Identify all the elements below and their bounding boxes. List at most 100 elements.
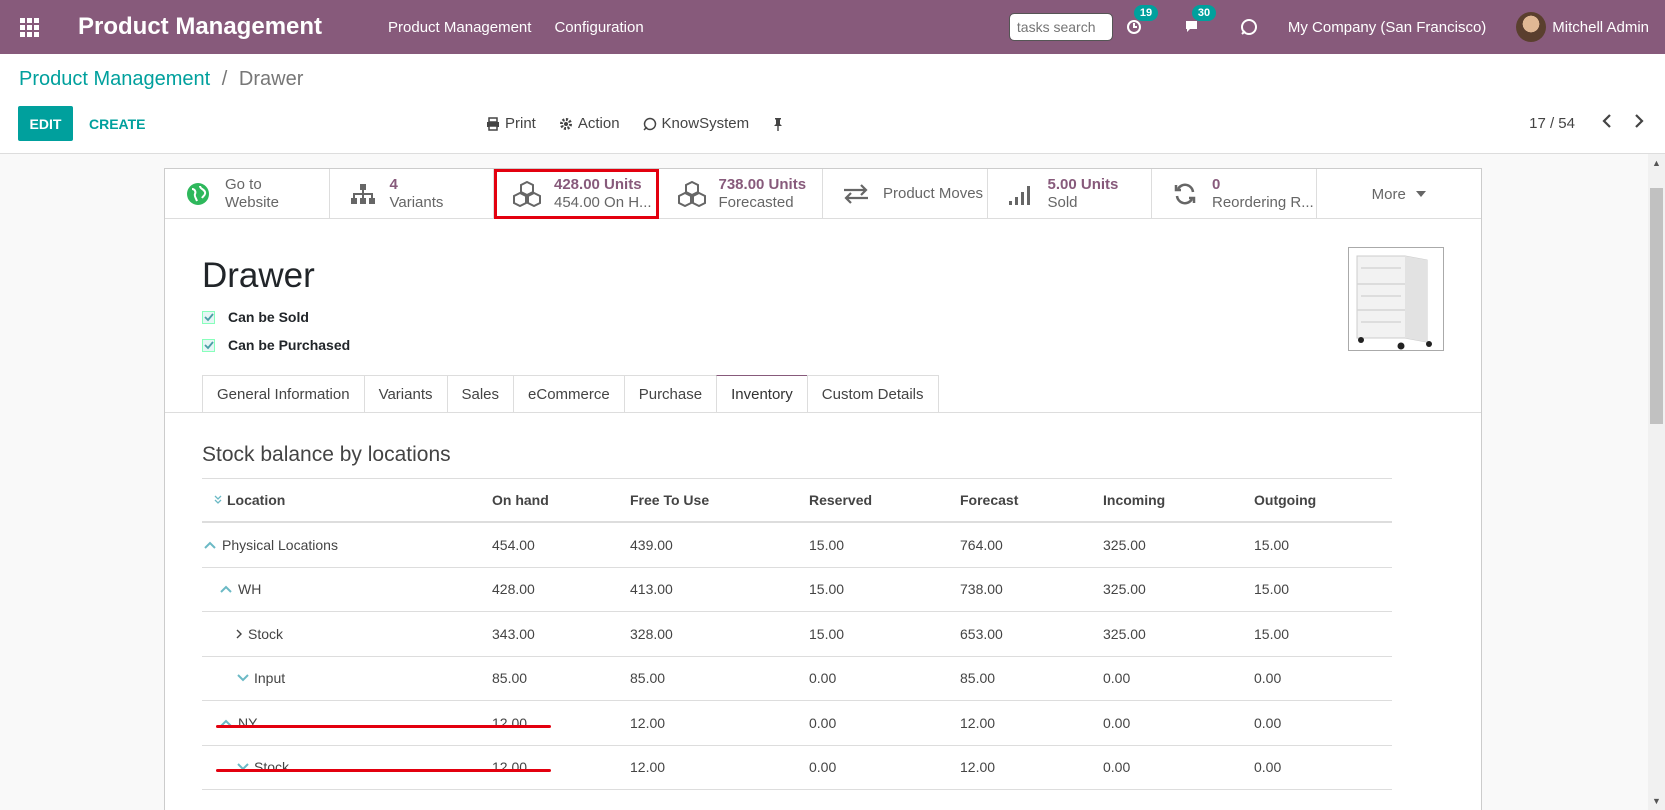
highlight-underline xyxy=(216,725,551,728)
forecast-value: 764.00 xyxy=(960,536,1003,553)
table-row[interactable]: Stock 12.00 12.00 0.00 12.00 0.00 0.00 xyxy=(202,746,1392,790)
app-title[interactable]: Product Management xyxy=(78,13,322,41)
more-label: More xyxy=(1371,185,1406,203)
stat-label-variants: Variants xyxy=(389,194,444,211)
globe-icon xyxy=(187,183,209,205)
more-button[interactable]: More xyxy=(1317,169,1482,219)
forecast-value: 738.00 xyxy=(960,581,1003,598)
avatar[interactable] xyxy=(1516,12,1547,42)
menu-configuration[interactable]: Configuration xyxy=(554,19,643,36)
chevron-up-icon xyxy=(204,541,216,549)
page-scrollbar[interactable]: ▲ ▼ xyxy=(1648,154,1665,810)
scroll-down-arrow-icon[interactable]: ▼ xyxy=(1652,796,1661,806)
outgoing-value: 0.00 xyxy=(1254,714,1282,731)
stat-label-on-hand: 454.00 On H... xyxy=(554,194,652,211)
column-on-hand: On hand xyxy=(492,492,549,508)
outgoing-value: 0.00 xyxy=(1254,670,1282,687)
incoming-value: 325.00 xyxy=(1103,625,1146,642)
location-name: Stock xyxy=(254,759,290,776)
knowsystem-nav-button[interactable] xyxy=(1240,18,1258,36)
menu-product-management[interactable]: Product Management xyxy=(388,19,531,36)
activity-count-badge: 19 xyxy=(1133,5,1159,21)
action-button[interactable]: Action xyxy=(559,115,620,132)
on-hand-value: 12.00 xyxy=(492,759,528,776)
print-button[interactable]: Print xyxy=(486,115,536,132)
tasks-search-input[interactable] xyxy=(1008,13,1113,41)
knowsystem-label: KnowSystem xyxy=(661,115,750,132)
on-hand-button[interactable]: 428.00 Units 454.00 On H... xyxy=(494,169,659,219)
incoming-value: 325.00 xyxy=(1103,536,1146,553)
gear-icon xyxy=(559,117,572,130)
messages-button[interactable]: 30 xyxy=(1184,5,1217,35)
print-icon xyxy=(487,116,499,131)
tab-purchase[interactable]: Purchase xyxy=(623,375,717,413)
signal-icon xyxy=(1008,186,1030,205)
tab-inventory[interactable]: Inventory xyxy=(716,375,807,413)
apps-grid-icon xyxy=(19,17,39,37)
action-label: Action xyxy=(577,115,620,132)
stat-value-sold: 5.00 Units xyxy=(1047,176,1119,193)
column-location[interactable]: Location xyxy=(202,479,285,521)
cubes-icon xyxy=(513,181,541,207)
create-button[interactable]: CREATE xyxy=(89,116,146,132)
forecast-value: 12.00 xyxy=(960,759,996,776)
can-be-sold-label: Can be Sold xyxy=(228,309,309,325)
table-row[interactable]: Stock 343.00 328.00 15.00 653.00 325.00 … xyxy=(202,612,1392,657)
tab-custom-details[interactable]: Custom Details xyxy=(806,375,939,413)
pin-button[interactable] xyxy=(772,115,789,132)
incoming-value: 0.00 xyxy=(1103,670,1131,687)
thumbtack-icon xyxy=(774,117,783,131)
pager-previous-button[interactable] xyxy=(1601,113,1613,134)
company-switcher[interactable]: My Company (San Francisco) xyxy=(1288,19,1486,36)
activity-button[interactable]: 19 xyxy=(1126,5,1159,35)
edit-button[interactable]: EDIT xyxy=(18,106,73,141)
forecasted-button[interactable]: 738.00 Units Forecasted xyxy=(659,169,823,219)
pager-next-button[interactable] xyxy=(1633,113,1645,134)
forecast-value: 653.00 xyxy=(960,625,1003,642)
table-header: Location On hand Free To Use Reserved Fo… xyxy=(202,478,1392,523)
table-row[interactable]: Physical Locations 454.00 439.00 15.00 7… xyxy=(202,523,1392,568)
scroll-thumb[interactable] xyxy=(1650,188,1663,424)
stat-label-product-moves: Product Moves xyxy=(883,185,984,202)
row-location-cell: Stock xyxy=(202,746,289,790)
tab-general-information[interactable]: General Information xyxy=(202,375,364,413)
tab-variants[interactable]: Variants xyxy=(363,375,447,413)
on-hand-value: 12.00 xyxy=(492,714,528,731)
refresh-circle-icon xyxy=(643,117,656,131)
column-outgoing: Outgoing xyxy=(1254,492,1317,508)
highlight-underline xyxy=(216,769,551,772)
table-row[interactable]: NY 12.00 12.00 0.00 12.00 0.00 0.00 xyxy=(202,701,1392,746)
tab-ecommerce[interactable]: eCommerce xyxy=(513,375,624,413)
incoming-value: 325.00 xyxy=(1103,581,1146,598)
control-panel: Product Management / Drawer EDIT CREATE … xyxy=(0,54,1665,154)
table-row[interactable]: WH 428.00 413.00 15.00 738.00 325.00 15.… xyxy=(202,568,1392,612)
smart-button-bar: Go to Website 4 Variants 428.00 Units 454.0… xyxy=(165,169,1481,219)
tab-sales[interactable]: Sales xyxy=(446,375,514,413)
breadcrumb-parent[interactable]: Product Management xyxy=(19,68,210,90)
stat-label-reordering: Reordering R... xyxy=(1212,194,1314,211)
pager-value[interactable]: 17 / 54 xyxy=(1529,115,1575,132)
go-to-website-button[interactable]: Go to Website xyxy=(165,169,330,219)
knowsystem-button[interactable]: KnowSystem xyxy=(643,115,750,132)
reordering-rules-button[interactable]: 0 Reordering R... xyxy=(1152,169,1317,219)
free-value: 439.00 xyxy=(630,536,673,553)
scroll-up-arrow-icon[interactable]: ▲ xyxy=(1652,158,1661,168)
apps-menu-button[interactable] xyxy=(0,0,58,54)
can-be-sold-checkbox[interactable]: Can be Sold xyxy=(202,309,309,325)
column-forecast: Forecast xyxy=(960,492,1019,508)
on-hand-value: 85.00 xyxy=(492,670,528,687)
variants-button[interactable]: 4 Variants xyxy=(330,169,494,219)
checkbox-checked-icon xyxy=(202,338,215,352)
table-row[interactable]: Input 85.00 85.00 0.00 85.00 0.00 0.00 xyxy=(202,657,1392,701)
column-free-to-use: Free To Use xyxy=(630,492,710,508)
sold-button[interactable]: 5.00 Units Sold xyxy=(988,169,1152,219)
breadcrumb-current: Drawer xyxy=(238,68,304,90)
can-be-purchased-label: Can be Purchased xyxy=(228,337,351,353)
product-moves-button[interactable]: Product Moves xyxy=(823,169,988,219)
row-location-cell: Physical Locations xyxy=(202,523,338,567)
product-image[interactable] xyxy=(1348,247,1444,351)
on-hand-value: 343.00 xyxy=(492,625,535,642)
double-chevron-down-icon xyxy=(214,495,222,504)
user-menu[interactable]: Mitchell Admin xyxy=(1552,19,1649,36)
can-be-purchased-checkbox[interactable]: Can be Purchased xyxy=(202,337,350,353)
